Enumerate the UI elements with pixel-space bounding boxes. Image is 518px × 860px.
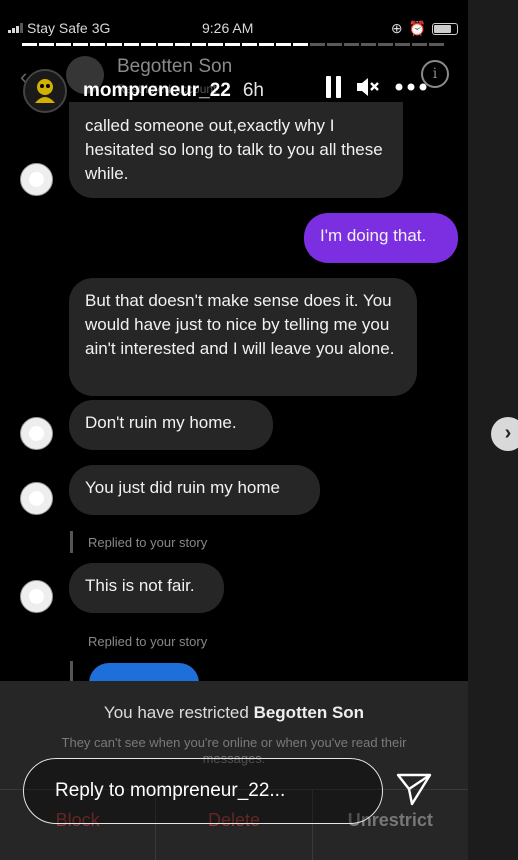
restricted-text: You have restricted <box>103 703 254 722</box>
progress-segment <box>428 43 444 46</box>
reply-input[interactable]: Reply to mompreneur_22... <box>23 758 383 824</box>
progress-segment <box>38 43 54 46</box>
sender-avatar <box>20 482 53 515</box>
message-bubble: called someone out,exactly why I hesitat… <box>69 102 403 198</box>
progress-segment <box>191 43 207 46</box>
chevron-right-icon[interactable]: › <box>491 417 518 451</box>
signal-icon <box>8 23 23 33</box>
progress-segment <box>123 43 139 46</box>
reply-indicator <box>70 661 73 683</box>
send-icon[interactable] <box>395 771 433 807</box>
sender-avatar <box>20 417 53 450</box>
battery-icon <box>432 22 458 35</box>
clock: 9:26 AM <box>202 20 254 36</box>
progress-segment <box>225 43 241 46</box>
message-text: I'm doing that. <box>320 226 427 245</box>
progress-segment <box>174 43 190 46</box>
progress-segment <box>276 43 292 46</box>
message-bubble-outgoing: I'm doing that. <box>304 213 458 263</box>
speaker-mute-icon[interactable] <box>355 76 381 98</box>
reply-note: Replied to your story <box>88 535 208 550</box>
progress-segment <box>344 43 360 46</box>
message-bubble: This is not fair. <box>69 563 224 613</box>
rotation-lock-icon: ⊕ <box>390 20 403 36</box>
message-text: You just did ruin my home <box>85 478 280 497</box>
progress-segment <box>411 43 427 46</box>
reply-note: Replied to your story <box>88 634 208 649</box>
progress-segment <box>55 43 71 46</box>
progress-segment <box>378 43 393 46</box>
reply-placeholder: Reply to mompreneur_22... <box>55 780 286 801</box>
progress-segment <box>157 43 173 46</box>
story-controls <box>326 76 427 98</box>
progress-segment <box>140 43 156 46</box>
restricted-name: Begotten Son <box>253 703 365 722</box>
sender-avatar <box>20 163 53 196</box>
sender-avatar <box>20 580 53 613</box>
pause-icon[interactable] <box>326 76 341 98</box>
message-bubble: Don't ruin my home. <box>69 400 273 450</box>
message-bubble: You just did ruin my home <box>69 465 320 515</box>
story-progress <box>22 43 444 47</box>
reply-indicator <box>70 531 73 553</box>
story-age: 6h <box>242 80 264 101</box>
message-text: Don't ruin my home. <box>85 413 237 432</box>
progress-segment <box>327 43 343 46</box>
progress-segment <box>310 43 326 46</box>
progress-segment <box>394 43 410 46</box>
progress-segment <box>242 43 258 46</box>
message-text: But that doesn't make sense does it. You… <box>85 291 395 358</box>
progress-segment <box>22 43 37 46</box>
message-bubble: But that doesn't make sense does it. You… <box>69 278 417 396</box>
status-bar: Stay Safe 3G 9:26 AM ⊕ ⏰ <box>0 0 468 44</box>
message-text: This is not fair. <box>85 576 195 595</box>
progress-segment <box>259 43 275 46</box>
story-viewer: Stay Safe 3G 9:26 AM ⊕ ⏰ ‹ Begotten Son … <box>0 0 468 860</box>
progress-segment <box>89 43 105 46</box>
network-type: 3G <box>91 20 111 36</box>
progress-segment <box>208 43 224 46</box>
avatar[interactable] <box>23 69 67 113</box>
progress-segment <box>106 43 122 46</box>
progress-segment <box>72 43 88 46</box>
progress-segment <box>293 43 309 46</box>
alarm-icon: ⏰ <box>408 20 426 36</box>
story-username[interactable]: mompreneur_22 <box>83 80 231 102</box>
progress-segment <box>361 43 377 46</box>
more-icon[interactable] <box>395 82 427 92</box>
message-text: called someone out,exactly why I hesitat… <box>85 116 383 183</box>
carrier-name: Stay Safe <box>27 20 88 36</box>
